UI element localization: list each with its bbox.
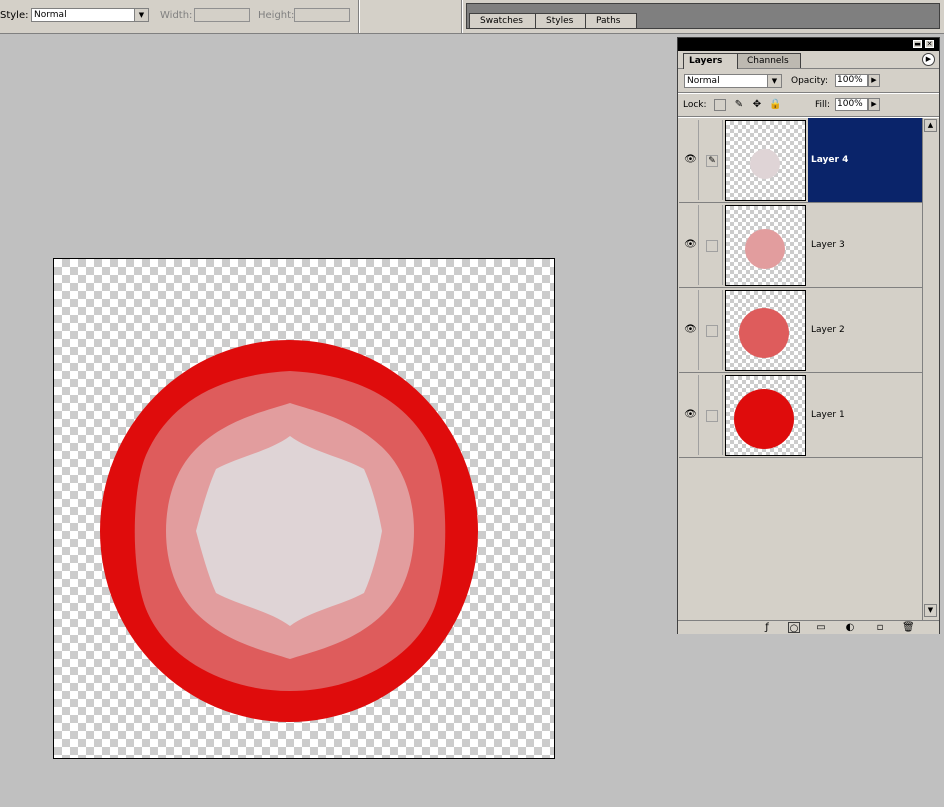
minimize-icon[interactable]: ▬	[913, 40, 922, 48]
mask-icon[interactable]: ○	[788, 622, 800, 634]
thumbnail-shape	[750, 149, 780, 179]
fill-input[interactable]: 100%	[835, 98, 868, 111]
thumbnail-shape	[745, 229, 785, 269]
layer-thumbnail	[725, 375, 806, 456]
height-field	[294, 8, 350, 22]
lock-transparency-icon[interactable]	[714, 99, 726, 111]
tab-swatches[interactable]: Swatches	[469, 13, 537, 28]
layer-name[interactable]: Layer 1	[808, 373, 922, 457]
new-layer-icon[interactable]: ▫	[874, 622, 886, 633]
layer-name[interactable]: Layer 3	[808, 203, 922, 287]
tab-channels[interactable]: Channels	[736, 53, 801, 68]
layer-name[interactable]: Layer 4	[808, 118, 922, 202]
link-box	[706, 410, 718, 422]
link-toggle[interactable]	[703, 205, 723, 285]
folder-icon[interactable]: ▭	[815, 622, 827, 633]
options-bar: Style: Normal ▼ Width: Height: Swatches …	[0, 0, 944, 34]
link-box	[706, 325, 718, 337]
divider	[678, 92, 939, 94]
separator	[461, 0, 463, 33]
document-canvas[interactable]	[53, 258, 555, 759]
visibility-toggle[interactable]: 👁	[681, 375, 699, 455]
layer-row[interactable]: 👁 Layer 3	[679, 203, 922, 288]
layer-row[interactable]: 👁 ✎ Layer 4	[679, 118, 922, 203]
layers-scrollbar[interactable]: ▲ ▼	[922, 118, 938, 621]
opacity-value: 100%	[837, 75, 863, 85]
link-toggle[interactable]: ✎	[703, 120, 723, 200]
visibility-toggle[interactable]: 👁	[681, 205, 699, 285]
layer-style-icon[interactable]: ƒ	[761, 622, 773, 633]
width-label: Width:	[160, 10, 193, 21]
fill-label: Fill:	[815, 100, 831, 110]
link-box	[706, 240, 718, 252]
style-label: Style:	[0, 10, 29, 21]
link-toggle[interactable]	[703, 375, 723, 455]
opacity-label: Opacity:	[791, 76, 828, 86]
trash-icon[interactable]: 🗑	[902, 622, 915, 633]
eye-icon: 👁	[684, 154, 697, 165]
height-label: Height:	[258, 10, 295, 21]
blend-mode-value: Normal	[687, 76, 720, 86]
lock-all-icon[interactable]: 🔒	[769, 99, 781, 111]
thumbnail-shape	[739, 308, 789, 358]
layer-thumbnail	[725, 290, 806, 371]
palette-well: Swatches Styles Paths	[466, 3, 940, 29]
thumbnail-shape	[734, 389, 794, 449]
brush-icon: ✎	[706, 155, 718, 167]
style-select[interactable]: Normal ▼	[31, 8, 149, 22]
close-icon[interactable]: ✕	[925, 40, 934, 48]
layers-palette: ▬ ✕ Layers Channels ▶ Normal ▼ Opacity: …	[677, 37, 940, 634]
palette-menu-icon[interactable]: ▶	[922, 53, 935, 66]
link-toggle[interactable]	[703, 290, 723, 370]
fill-arrow-icon[interactable]: ▶	[868, 98, 880, 111]
tab-paths[interactable]: Paths	[585, 13, 637, 28]
palette-titlebar[interactable]: ▬ ✕	[678, 38, 939, 51]
opacity-arrow-icon[interactable]: ▶	[868, 74, 880, 87]
tab-layers[interactable]: Layers	[683, 53, 738, 69]
chevron-down-icon[interactable]: ▼	[134, 9, 148, 21]
layer-list: 👁 ✎ Layer 4 👁 Layer 3 👁 Layer 2 👁 Layer …	[679, 118, 922, 458]
blend-mode-select[interactable]: Normal ▼	[684, 74, 782, 88]
tab-styles[interactable]: Styles	[535, 13, 589, 28]
lock-move-icon[interactable]: ✥	[751, 99, 763, 111]
layer-row[interactable]: 👁 Layer 1	[679, 373, 922, 458]
eye-icon: 👁	[684, 324, 697, 335]
artwork	[100, 340, 478, 722]
layer-row[interactable]: 👁 Layer 2	[679, 288, 922, 373]
scroll-down-icon[interactable]: ▼	[924, 604, 937, 617]
chevron-down-icon[interactable]: ▼	[767, 75, 781, 87]
visibility-toggle[interactable]: 👁	[681, 290, 699, 370]
eye-icon: 👁	[684, 239, 697, 250]
layer-name[interactable]: Layer 2	[808, 288, 922, 372]
lock-label: Lock:	[683, 100, 707, 110]
palette-footer: ƒ ○ ▭ ◐ ▫ 🗑	[678, 620, 939, 634]
lock-brush-icon[interactable]: ✎	[733, 99, 745, 111]
style-select-value: Normal	[34, 10, 67, 20]
eye-icon: 👁	[684, 409, 697, 420]
scroll-up-icon[interactable]: ▲	[924, 119, 937, 132]
adjustment-layer-icon[interactable]: ◐	[844, 622, 856, 633]
layer-thumbnail	[725, 205, 806, 286]
width-field	[194, 8, 250, 22]
visibility-toggle[interactable]: 👁	[681, 120, 699, 200]
layer-thumbnail	[725, 120, 806, 201]
opacity-input[interactable]: 100%	[835, 74, 868, 87]
separator	[358, 0, 360, 33]
fill-value: 100%	[837, 99, 863, 109]
